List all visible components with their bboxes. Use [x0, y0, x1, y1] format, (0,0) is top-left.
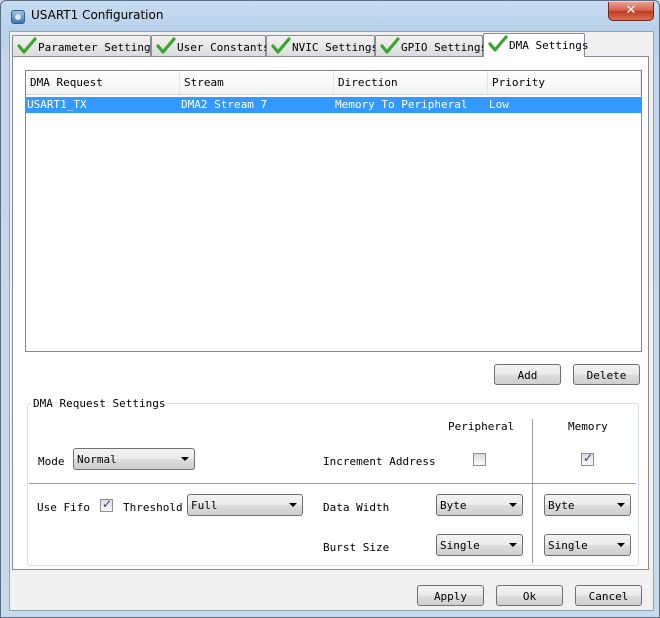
chevron-down-icon	[617, 503, 625, 507]
title-bar[interactable]: USART1 Configuration ✕	[1, 1, 659, 31]
data-width-label: Data Width	[323, 501, 390, 514]
chevron-down-icon	[509, 543, 517, 547]
burst-size-peripheral-select[interactable]: Single	[436, 534, 523, 556]
data-width-peripheral-select[interactable]: Byte	[436, 494, 523, 516]
increment-address-memory-checkbox[interactable]	[581, 451, 594, 466]
mode-value: Normal	[77, 453, 117, 466]
group-title: DMA Request Settings	[31, 397, 168, 410]
ok-button[interactable]: Ok	[496, 585, 563, 606]
window-title: USART1 Configuration	[31, 8, 164, 22]
tab-parameter-settings[interactable]: Parameter Settings	[12, 35, 157, 56]
delete-button[interactable]: Delete	[573, 364, 640, 385]
memory-header: Memory	[568, 420, 608, 433]
dialog-window: USART1 Configuration ✕ Parameter Setting…	[0, 0, 660, 618]
burst-size-peripheral-value: Single	[440, 539, 480, 552]
close-button[interactable]: ✕	[608, 2, 654, 21]
burst-size-memory-value: Single	[548, 539, 588, 552]
add-button[interactable]: Add	[494, 364, 561, 385]
dma-settings-panel: DMA Request Stream Direction Priority US…	[12, 56, 649, 570]
dialog-client-area: Parameter Settings User Constants NVIC S…	[9, 31, 654, 611]
tab-label: Parameter Settings	[38, 41, 158, 54]
tab-label: GPIO Settings	[401, 41, 488, 54]
check-icon	[271, 37, 291, 54]
chevron-down-icon	[289, 503, 297, 507]
tab-label: NVIC Settings	[292, 41, 379, 54]
column-header-stream[interactable]: Stream	[180, 71, 334, 94]
column-header-dma-request[interactable]: DMA Request	[26, 71, 180, 94]
table-header: DMA Request Stream Direction Priority	[26, 71, 641, 95]
cell-direction: Memory To Peripheral	[335, 98, 468, 111]
app-icon	[11, 10, 25, 24]
mode-select[interactable]: Normal	[73, 448, 195, 470]
cell-dma-request: USART1_TX	[27, 98, 87, 111]
data-width-peripheral-value: Byte	[440, 499, 467, 512]
use-fifo-checkbox[interactable]	[100, 497, 113, 512]
threshold-value: Full	[191, 499, 218, 512]
column-divider	[532, 419, 533, 563]
tab-dma-settings[interactable]: DMA Settings	[483, 33, 589, 57]
data-width-memory-value: Byte	[548, 499, 575, 512]
tab-label: User Constants	[177, 41, 270, 54]
cell-stream: DMA2 Stream 7	[181, 98, 268, 111]
burst-size-memory-select[interactable]: Single	[544, 534, 631, 556]
chevron-down-icon	[509, 503, 517, 507]
cell-priority: Low	[489, 98, 509, 111]
increment-address-peripheral-checkbox[interactable]	[473, 453, 486, 466]
use-fifo-label: Use Fifo	[37, 501, 90, 514]
increment-address-label: Increment Address	[323, 455, 436, 468]
check-icon	[488, 35, 508, 52]
dma-request-table: DMA Request Stream Direction Priority US…	[25, 70, 642, 352]
tab-gpio-settings[interactable]: GPIO Settings	[375, 35, 487, 56]
threshold-select[interactable]: Full	[187, 494, 303, 516]
column-header-direction[interactable]: Direction	[334, 71, 488, 94]
check-icon	[156, 37, 176, 54]
tab-user-constants[interactable]: User Constants	[151, 35, 270, 56]
burst-size-label: Burst Size	[323, 541, 390, 554]
tab-label: DMA Settings	[509, 39, 589, 52]
chevron-down-icon	[181, 457, 189, 461]
column-header-priority[interactable]: Priority	[488, 71, 641, 94]
peripheral-header: Peripheral	[448, 420, 515, 433]
row-divider	[29, 483, 636, 484]
check-icon	[380, 37, 400, 54]
table-row[interactable]: USART1_TX DMA2 Stream 7 Memory To Periph…	[26, 97, 641, 113]
data-width-memory-select[interactable]: Byte	[544, 494, 631, 516]
chevron-down-icon	[617, 543, 625, 547]
check-icon	[17, 37, 37, 54]
cancel-button[interactable]: Cancel	[575, 585, 642, 606]
tab-nvic-settings[interactable]: NVIC Settings	[266, 35, 379, 56]
threshold-label: Threshold	[123, 501, 183, 514]
mode-label: Mode	[38, 455, 65, 468]
apply-button[interactable]: Apply	[417, 585, 484, 606]
